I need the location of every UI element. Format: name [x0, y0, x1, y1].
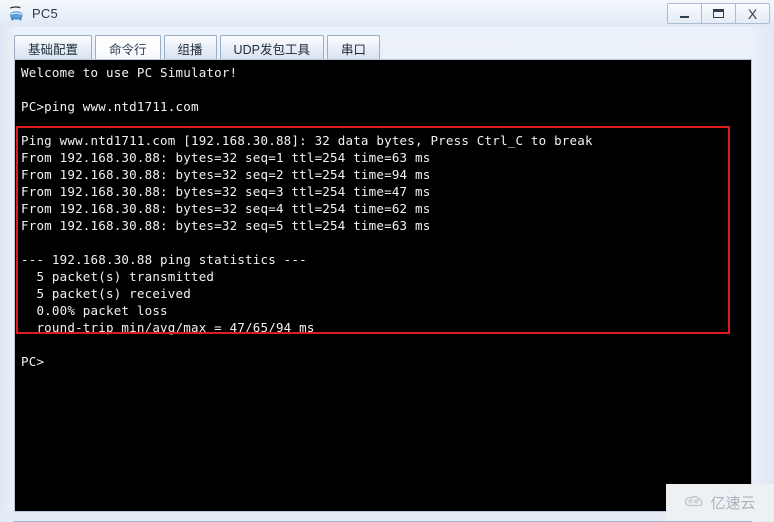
- window-left-edge: [0, 27, 14, 522]
- terminal-line: From 192.168.30.88: bytes=32 seq=5 ttl=2…: [21, 218, 431, 233]
- tab-4[interactable]: 串口: [326, 35, 380, 60]
- tab-2[interactable]: 组播: [163, 35, 217, 60]
- tab-3[interactable]: UDP发包工具: [219, 35, 324, 60]
- window-controls: X: [667, 3, 770, 24]
- window-right-edge: [752, 27, 774, 522]
- watermark: 亿速云: [666, 484, 774, 521]
- tab-0[interactable]: 基础配置: [14, 35, 93, 60]
- terminal-line: Welcome to use PC Simulator!: [21, 65, 238, 80]
- window-bottom-edge: [0, 511, 774, 521]
- terminal-output[interactable]: Welcome to use PC Simulator! PC>ping www.…: [15, 60, 751, 511]
- terminal-line: PC>: [21, 354, 45, 369]
- terminal-line: round-trip min/avg/max = 47/65/94 ms: [21, 320, 315, 335]
- tab-1[interactable]: 命令行: [95, 35, 161, 60]
- minimize-button[interactable]: [667, 3, 702, 24]
- terminal-line: Ping www.ntd1711.com [192.168.30.88]: 32…: [21, 133, 593, 148]
- terminal-line: PC>ping www.ntd1711.com: [21, 99, 199, 114]
- terminal-line: 5 packet(s) received: [21, 286, 191, 301]
- terminal-line: From 192.168.30.88: bytes=32 seq=2 ttl=2…: [21, 167, 431, 182]
- close-icon: X: [747, 5, 758, 22]
- maximize-icon: [713, 9, 724, 18]
- watermark-text: 亿速云: [710, 495, 756, 512]
- terminal-line: --- 192.168.30.88 ping statistics ---: [21, 252, 307, 267]
- close-button[interactable]: X: [735, 3, 770, 24]
- terminal-line: 5 packet(s) transmitted: [21, 269, 215, 284]
- pc-simulator-window: PC5 X 基础配置 命令行 组播 UDP发包工具 串口 Welcome to use …: [0, 0, 774, 522]
- terminal-line: 0.00% packet loss: [21, 303, 168, 318]
- terminal-line: From 192.168.30.88: bytes=32 seq=1 ttl=2…: [21, 150, 431, 165]
- terminal-line: From 192.168.30.88: bytes=32 seq=4 ttl=2…: [21, 201, 431, 216]
- pc-device-icon: [7, 4, 26, 23]
- terminal-panel[interactable]: Welcome to use PC Simulator! PC>ping www.…: [14, 59, 752, 512]
- terminal-line: From 192.168.30.88: bytes=32 seq=3 ttl=2…: [21, 184, 431, 199]
- cloud-icon: [684, 493, 706, 512]
- tab-bar: 基础配置 命令行 组播 UDP发包工具 串口: [14, 33, 383, 60]
- title-bar: PC5 X: [0, 0, 774, 27]
- title-bar-left: PC5: [0, 4, 58, 23]
- maximize-button[interactable]: [701, 3, 736, 24]
- minimize-icon: [680, 15, 689, 18]
- window-title: PC5: [32, 6, 58, 21]
